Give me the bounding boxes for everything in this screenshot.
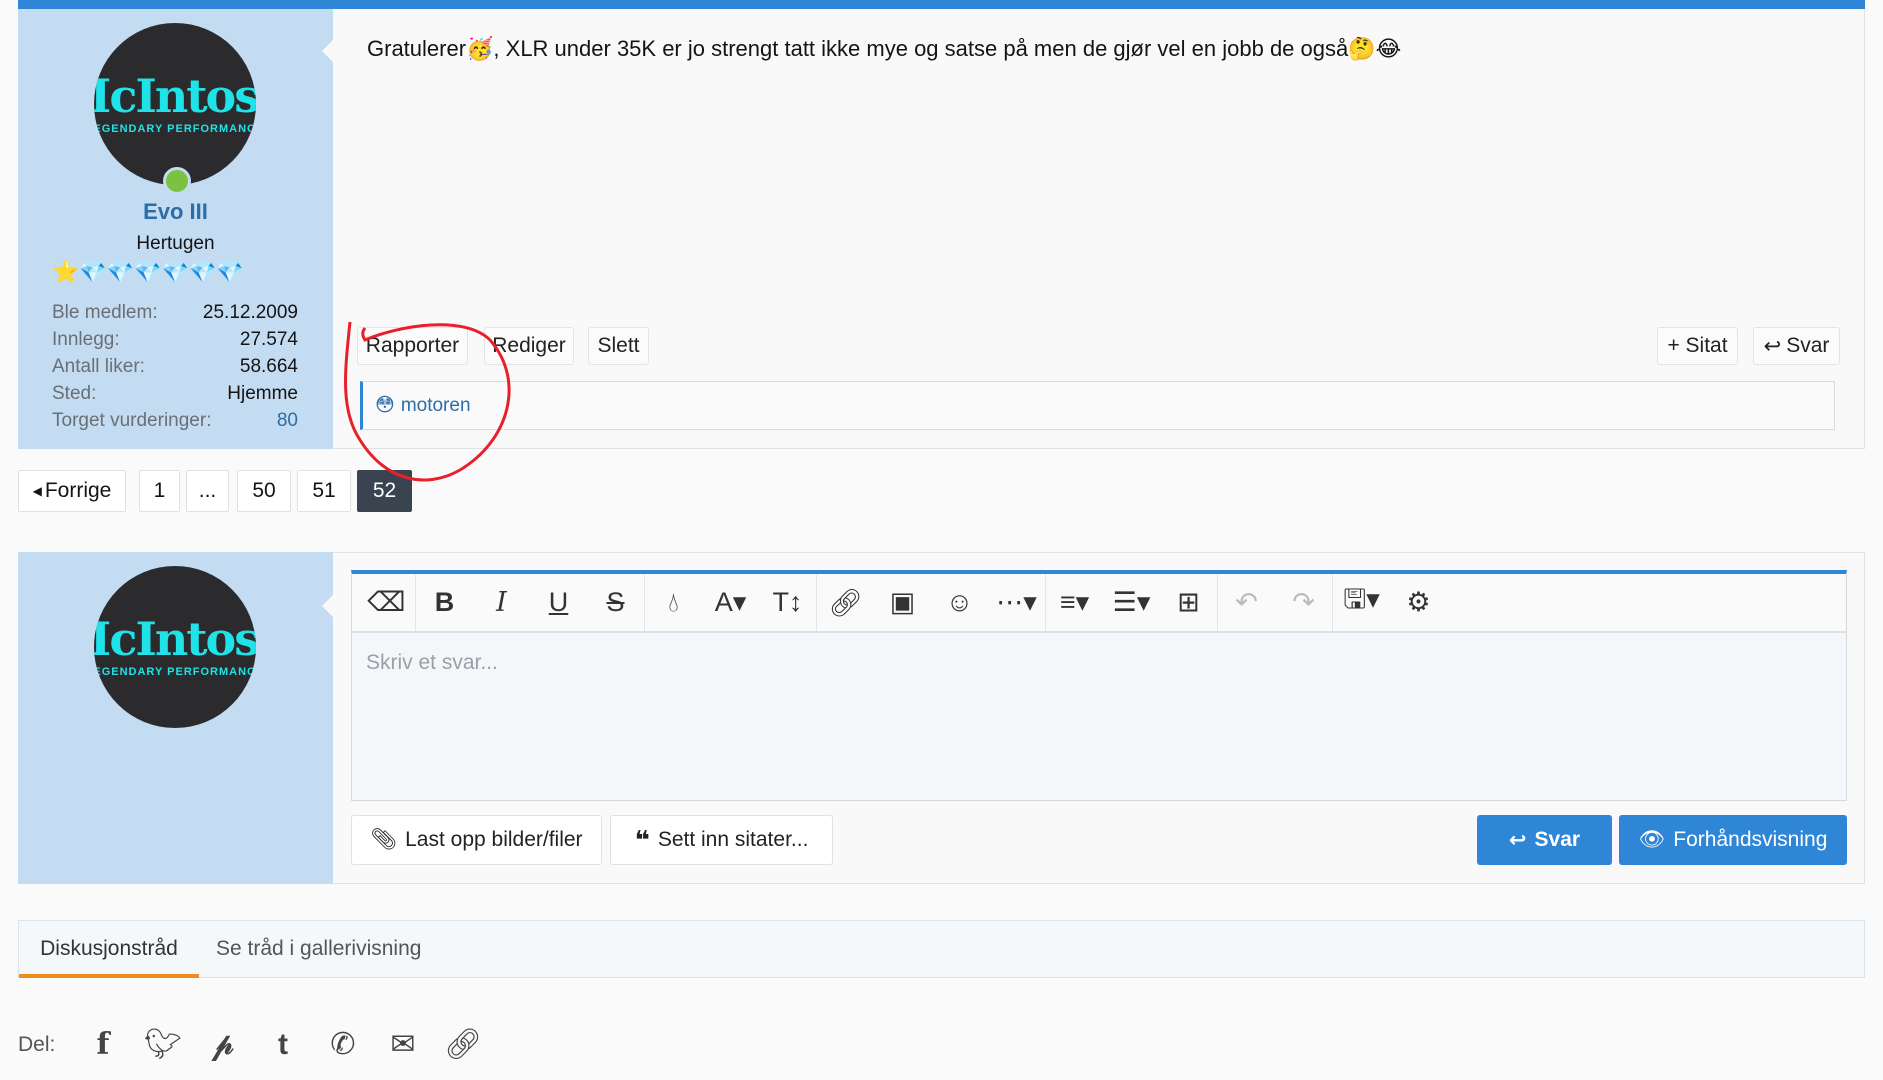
upload-button[interactable]: 📎︎ Last opp bilder/filer: [351, 815, 602, 865]
share-bar: Del: f 🐦︎ 𝓅 t ✆ ✉ 🔗︎: [18, 1027, 493, 1062]
eye-icon: 👁︎: [1638, 828, 1666, 851]
font-size-icon[interactable]: T↕: [759, 574, 816, 631]
thread-tabs: Diskusjonstråd Se tråd i gallerivisning: [18, 920, 1865, 978]
prev-page-button[interactable]: ◀ Forrige: [18, 470, 126, 512]
arrow: [322, 39, 334, 63]
editor-toolbar: ⌫ B I U S 💧︎ A▾ T↕ 🔗︎ ▣ ☺ ⋯▾ ≡▾ ☰▾ ⊞ ↶ ↷…: [352, 574, 1846, 633]
username[interactable]: Evo III: [18, 199, 333, 225]
tumblr-icon[interactable]: t: [253, 1028, 313, 1062]
insert-quotes-button[interactable]: ❝ Sett inn sitater...: [610, 815, 833, 865]
reply-icon: ↩: [1508, 828, 1527, 852]
tab-discussion[interactable]: Diskusjonstråd: [19, 921, 199, 978]
undo-icon[interactable]: ↶: [1218, 574, 1275, 631]
whatsapp-icon[interactable]: ✆: [313, 1027, 373, 1062]
page-ellipsis[interactable]: ...: [186, 470, 229, 512]
email-icon[interactable]: ✉: [373, 1027, 433, 1062]
facebook-icon[interactable]: f: [73, 1027, 133, 1062]
user-sidebar: McIntosh LEGENDARY PERFORMANCE Evo III H…: [18, 9, 334, 449]
more-icon[interactable]: ⋯▾: [988, 574, 1045, 631]
delete-button[interactable]: Slett: [588, 327, 649, 365]
italic-icon[interactable]: I: [473, 574, 530, 631]
arrow: [322, 594, 334, 618]
avatar: McIntosh LEGENDARY PERFORMANCE: [94, 566, 256, 728]
user-stats: Ble medlem: 25.12.2009 Innlegg: 27.574 Ant…: [52, 302, 298, 431]
reaction-bar[interactable]: 😳 motoren: [360, 381, 1835, 430]
image-icon[interactable]: ▣: [874, 574, 931, 631]
save-draft-icon[interactable]: 🖫▾: [1333, 574, 1390, 631]
list-icon[interactable]: ☰▾: [1103, 574, 1160, 631]
color-drop-icon[interactable]: 💧︎: [645, 574, 702, 631]
avatar[interactable]: McIntosh LEGENDARY PERFORMANCE: [94, 23, 256, 185]
reply-user-sidebar: McIntosh LEGENDARY PERFORMANCE: [18, 552, 334, 884]
paperclip-icon: 📎︎: [370, 828, 398, 851]
chevron-left-icon: ◀: [32, 484, 42, 498]
tab-gallery[interactable]: Se tråd i gallerivisning: [216, 921, 421, 978]
redo-icon[interactable]: ↷: [1275, 574, 1332, 631]
page-1[interactable]: 1: [139, 470, 180, 512]
submit-reply-button[interactable]: ↩ Svar: [1477, 815, 1612, 865]
gear-icon[interactable]: ⚙: [1390, 574, 1447, 631]
post-top-bar: [18, 0, 1865, 9]
quote-icon: ❝: [634, 824, 650, 855]
quote-button[interactable]: + Sitat: [1657, 327, 1738, 365]
link-icon[interactable]: 🔗︎: [433, 1027, 493, 1062]
pinterest-icon[interactable]: 𝓅: [193, 1028, 253, 1062]
font-family-icon[interactable]: A▾: [702, 574, 759, 631]
post-message: Gratulerer🥳, XLR under 35K er jo strengt…: [367, 36, 1402, 61]
clear-format-icon[interactable]: ⌫: [358, 574, 415, 631]
underline-icon[interactable]: U: [530, 574, 587, 631]
align-icon[interactable]: ≡▾: [1046, 574, 1103, 631]
red-circle-annotation: [344, 321, 511, 482]
page-50[interactable]: 50: [237, 470, 291, 512]
strikethrough-icon[interactable]: S: [587, 574, 644, 631]
table-icon[interactable]: ⊞: [1160, 574, 1217, 631]
reply-icon: ↩: [1763, 334, 1782, 358]
badges: ⭐💎💎💎💎💎💎: [52, 259, 244, 284]
rich-text-editor: ⌫ B I U S 💧︎ A▾ T↕ 🔗︎ ▣ ☺ ⋯▾ ≡▾ ☰▾ ⊞ ↶ ↷…: [351, 570, 1847, 801]
twitter-icon[interactable]: 🐦︎: [133, 1027, 193, 1062]
bold-icon[interactable]: B: [416, 574, 473, 631]
reply-button[interactable]: ↩ Svar: [1753, 327, 1840, 365]
emoji-icon[interactable]: ☺: [931, 574, 988, 631]
link-icon[interactable]: 🔗︎: [817, 574, 874, 631]
user-title: Hertugen: [136, 233, 215, 254]
online-status-icon: [163, 167, 191, 195]
preview-button[interactable]: 👁︎ Forhåndsvisning: [1619, 815, 1847, 865]
reply-input[interactable]: Skriv et svar...: [352, 633, 1846, 693]
